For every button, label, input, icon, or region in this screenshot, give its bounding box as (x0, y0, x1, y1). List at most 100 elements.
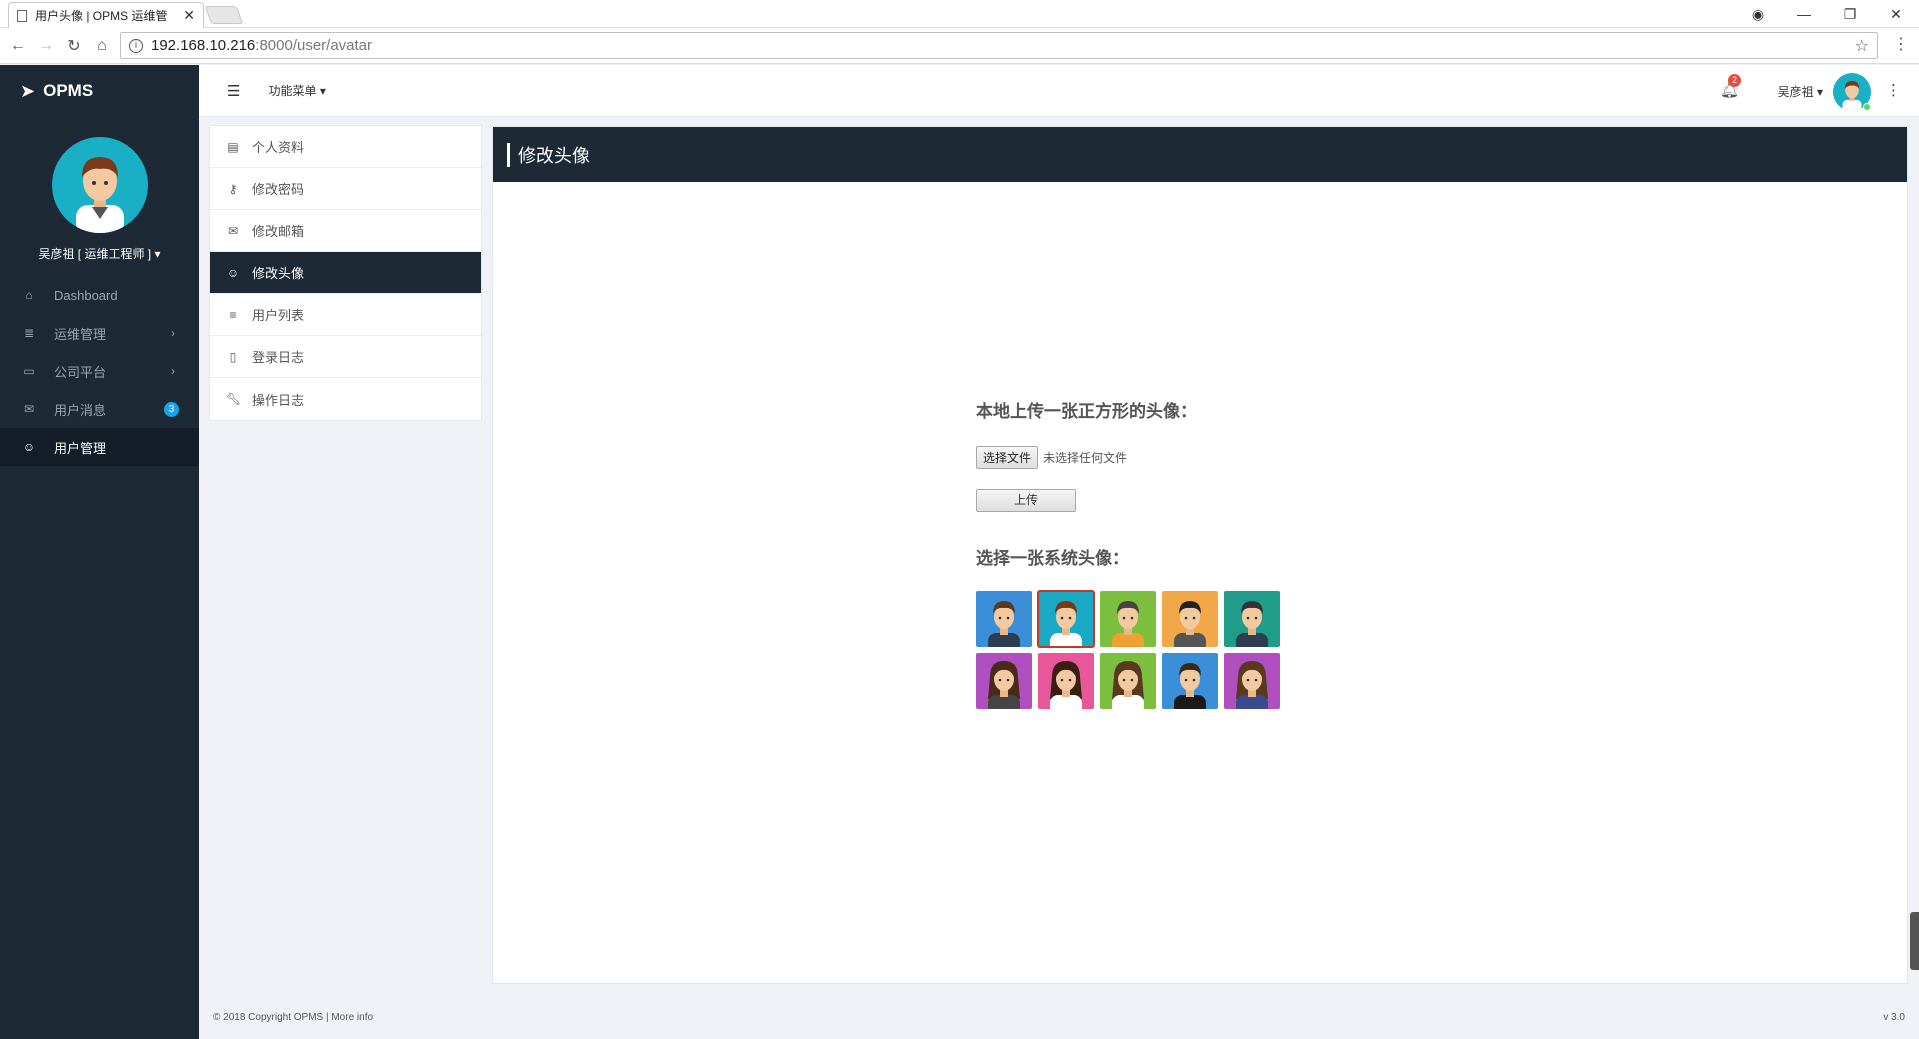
system-avatar-option[interactable] (976, 653, 1032, 709)
sidebar-item-label: 用户消息 (54, 402, 107, 418)
sidebar-item-users[interactable]: ☺ 用户管理 (0, 428, 199, 466)
avatar-illustration (1174, 601, 1206, 647)
avatar-illustration (1236, 661, 1268, 709)
sidebar-item-ops[interactable]: ≣ 运维管理 › (0, 314, 199, 352)
subnav-item-label: 修改密码 (252, 182, 305, 197)
copyright-text[interactable]: © 2018 Copyright OPMS | More info (213, 1012, 373, 1023)
sidebar-item-label: 运维管理 (54, 326, 107, 342)
side-scroll-handle[interactable] (1910, 912, 1919, 970)
user-settings-nav: ▤ 个人资料 ⚷ 修改密码 ✉ 修改邮箱 ☺ 修改头像 ≡ 用户列表 ▯ 登录日… (209, 125, 482, 421)
tab-title: 用户头像 | OPMS 运维管 (35, 9, 168, 23)
logo[interactable]: ➤ OPMS (0, 65, 199, 117)
smile-icon: ☺ (226, 265, 240, 280)
browser-toolbar: ← → ↻ ⌂ i 192.168.10.216:8000/user/avata… (0, 28, 1919, 64)
subnav-item-label: 操作日志 (252, 392, 305, 408)
browser-tab-strip: 用户头像 | OPMS 运维管 ✕ ◉ — ❐ ✕ (0, 0, 1919, 28)
new-tab-button[interactable] (204, 6, 244, 24)
address-bar[interactable]: i 192.168.10.216:8000/user/avatar ☆ (120, 32, 1878, 59)
upload-button[interactable]: 上传 (976, 489, 1076, 512)
bookmark-star-icon[interactable]: ☆ (1855, 36, 1869, 56)
home-icon: ⌂ (25, 288, 33, 302)
system-avatar-option[interactable] (1162, 591, 1218, 647)
subnav-item-login-log[interactable]: ▯ 登录日志 (210, 336, 481, 378)
page-title: 修改头像 (518, 145, 590, 166)
card-icon: ▤ (227, 139, 239, 154)
browser-menu-icon[interactable]: ⋮ (1893, 34, 1909, 54)
upload-section-title: 本地上传一张正方形的头像： (976, 402, 1197, 421)
avatar-illustration (1174, 663, 1206, 709)
avatar-illustration (988, 661, 1020, 709)
function-menu-label: 功能菜单 (268, 84, 317, 98)
choose-file-button[interactable]: 选择文件 (976, 446, 1039, 469)
top-header: ☰ 功能菜单 ▾ 🔔︎ 2 吴彦祖 ▾ ⋮ (199, 65, 1919, 117)
subnav-item-label: 登录日志 (252, 350, 305, 365)
avatar-panel: 修改头像 本地上传一张正方形的头像： 选择文件 未选择任何文件 上传 选择一张系… (492, 126, 1908, 984)
page-icon (17, 9, 27, 22)
system-avatar-grid (976, 590, 1296, 709)
system-avatar-option[interactable] (1037, 590, 1095, 648)
back-icon[interactable]: ← (4, 37, 32, 55)
site-info-icon[interactable]: i (129, 38, 143, 53)
account-icon[interactable]: ◉ (1735, 6, 1781, 23)
system-avatar-option[interactable] (1100, 653, 1156, 709)
menu-toggle-icon[interactable]: ☰ (227, 82, 240, 100)
mail-icon: ✉ (23, 402, 35, 416)
sidebar-menu: ⌂ Dashboard ≣ 运维管理 › ▭ 公司平台 › ✉ 用户消息 3 ☺… (0, 276, 199, 466)
user-icon: ☺ (22, 440, 36, 454)
subnav-item-label: 修改头像 (252, 266, 305, 281)
header-username: 吴彦祖 (1777, 85, 1814, 99)
avatar-illustration (1112, 661, 1144, 709)
avatar-illustration (1050, 601, 1082, 647)
paper-plane-icon: ➤ (20, 80, 36, 101)
avatar-illustration (75, 157, 124, 233)
restore-icon[interactable]: ❐ (1827, 6, 1873, 23)
function-menu-dropdown[interactable]: 功能菜单 ▾ (268, 82, 325, 99)
file-input-row: 选择文件 未选择任何文件 (976, 446, 1296, 469)
sidebar-item-dashboard[interactable]: ⌂ Dashboard (0, 276, 199, 314)
user-dropdown[interactable]: 吴彦祖 ▾ (1778, 83, 1823, 100)
close-window-icon[interactable]: ✕ (1873, 6, 1919, 23)
message-count-badge: 3 (164, 401, 179, 417)
system-avatar-title: 选择一张系统头像： (976, 549, 1129, 568)
more-options-icon[interactable]: ⋮ (1886, 81, 1901, 99)
system-avatar-option[interactable] (1100, 591, 1156, 647)
sidebar-item-platform[interactable]: ▭ 公司平台 › (0, 352, 199, 390)
key-icon: ⚷ (228, 181, 238, 196)
chevron-right-icon: › (171, 364, 175, 378)
reload-icon[interactable]: ↻ (60, 36, 88, 56)
subnav-item-profile[interactable]: ▤ 个人资料 (210, 126, 481, 168)
online-status-dot (1863, 103, 1871, 111)
system-avatar-option[interactable] (1224, 591, 1280, 647)
home-button-icon[interactable]: ⌂ (88, 37, 116, 55)
notification-bell-icon[interactable]: 🔔︎ 2 (1720, 74, 1741, 99)
minimize-icon[interactable]: — (1781, 6, 1827, 22)
system-avatar-option[interactable] (1038, 653, 1094, 709)
subnav-item-password[interactable]: ⚷ 修改密码 (210, 168, 481, 210)
subnav-item-operation-log[interactable]: 🔧︎ 操作日志 (210, 378, 481, 420)
caret-down-icon: ▾ (319, 84, 326, 98)
sidebar-item-messages[interactable]: ✉ 用户消息 3 (0, 390, 199, 428)
profile-name[interactable]: 吴彦祖 [ 运维工程师 ] ▾ (0, 245, 199, 262)
profile-name-text: 吴彦祖 [ 运维工程师 ] (38, 247, 152, 261)
tab-close-icon[interactable]: ✕ (183, 7, 195, 24)
browser-tab[interactable]: 用户头像 | OPMS 运维管 ✕ (8, 2, 204, 28)
system-avatar-option[interactable] (1162, 653, 1218, 709)
subnav-item-label: 修改邮箱 (252, 224, 305, 239)
sidebar-item-label: Dashboard (54, 287, 118, 303)
avatar-illustration (988, 601, 1020, 647)
caret-down-icon: ▾ (154, 247, 161, 261)
sidebar-profile: 吴彦祖 [ 运维工程师 ] ▾ (0, 117, 199, 262)
window-controls: ◉ — ❐ ✕ (1735, 0, 1919, 28)
subnav-item-email[interactable]: ✉ 修改邮箱 (210, 210, 481, 252)
subnav-item-avatar[interactable]: ☺ 修改头像 (210, 252, 481, 294)
caret-down-icon: ▾ (1816, 85, 1823, 99)
avatar-illustration (1236, 601, 1268, 647)
system-avatar-option[interactable] (1224, 653, 1280, 709)
avatar (51, 137, 148, 233)
url-path: :8000/user/avatar (255, 37, 373, 54)
forward-icon[interactable]: → (32, 37, 60, 55)
avatar-illustration (1050, 661, 1082, 709)
system-avatar-option[interactable] (976, 591, 1032, 647)
subnav-item-user-list[interactable]: ≡ 用户列表 (210, 294, 481, 336)
title-accent-bar (507, 142, 510, 167)
